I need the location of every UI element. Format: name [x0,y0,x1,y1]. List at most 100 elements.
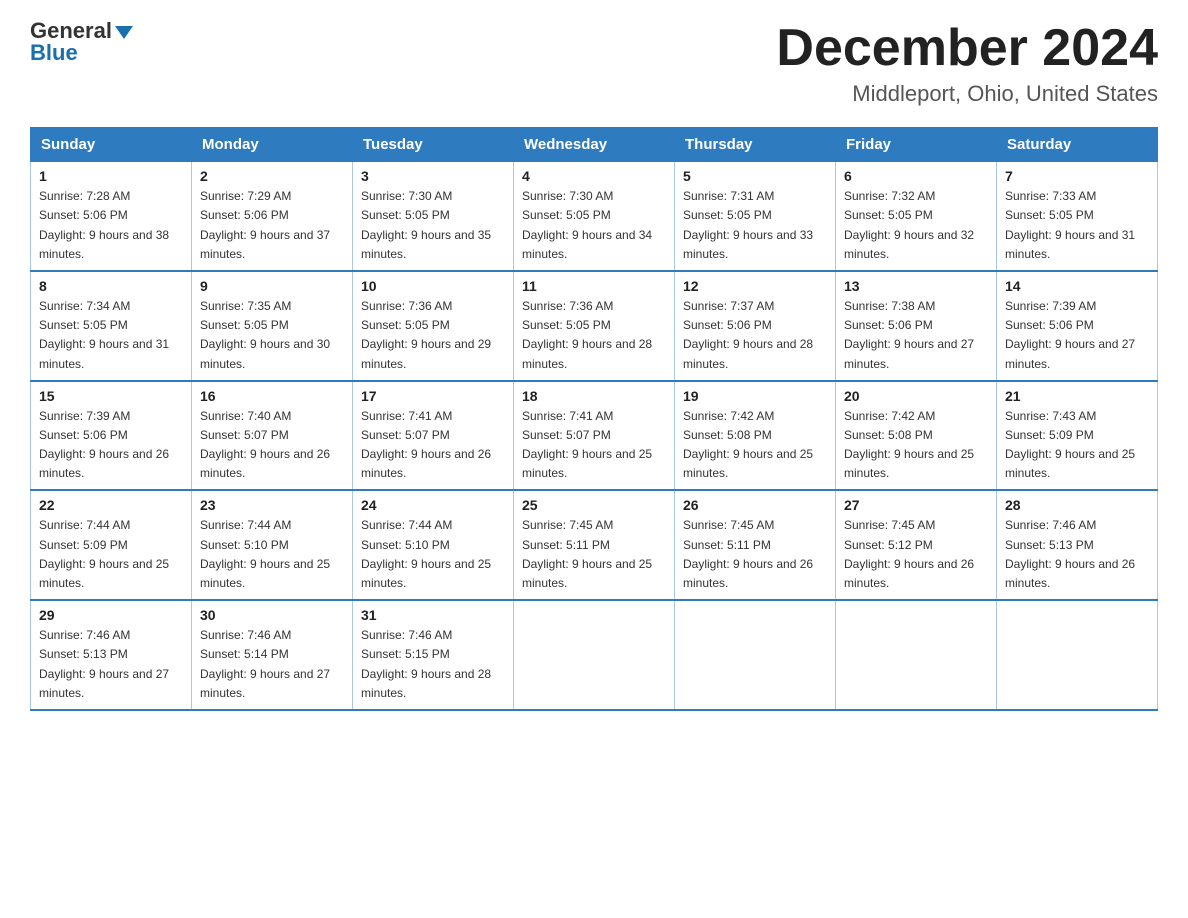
day-number: 24 [361,497,505,513]
day-number: 16 [200,388,344,404]
day-number: 31 [361,607,505,623]
day-info: Sunrise: 7:42 AMSunset: 5:08 PMDaylight:… [844,407,988,484]
table-row: 31 Sunrise: 7:46 AMSunset: 5:15 PMDayligh… [353,600,514,710]
day-number: 2 [200,168,344,184]
table-row: 25Sunrise: 7:45 AMSunset: 5:11 PMDayligh… [514,490,675,600]
day-info: Sunrise: 7:30 AMSunset: 5:05 PMDaylight:… [522,187,666,264]
day-info: Sunrise: 7:33 AMSunset: 5:05 PMDaylight:… [1005,187,1149,264]
table-row: 15Sunrise: 7:39 AMSunset: 5:06 PMDayligh… [31,381,192,491]
day-number: 3 [361,168,505,184]
day-info: Sunrise: 7:34 AMSunset: 5:05 PMDaylight:… [39,297,183,374]
table-row: 10 Sunrise: 7:36 AMSunset: 5:05 PMDayligh… [353,271,514,381]
day-info: Sunrise: 7:32 AMSunset: 5:05 PMDaylight:… [844,187,988,264]
day-number: 25 [522,497,666,513]
day-info: Sunrise: 7:39 AMSunset: 5:06 PMDaylight:… [1005,297,1149,374]
table-row: 9Sunrise: 7:35 AMSunset: 5:05 PMDaylight… [192,271,353,381]
day-info: Sunrise: 7:35 AMSunset: 5:05 PMDaylight:… [200,297,344,374]
day-info: Sunrise: 7:41 AMSunset: 5:07 PMDaylight:… [522,407,666,484]
day-info: Sunrise: 7:43 AMSunset: 5:09 PMDaylight:… [1005,407,1149,484]
day-number: 13 [844,278,988,294]
table-row: 27 Sunrise: 7:45 AMSunset: 5:12 PMDayligh… [836,490,997,600]
col-monday: Monday [192,128,353,162]
day-number: 10 [361,278,505,294]
table-row: 16 Sunrise: 7:40 AMSunset: 5:07 PMDayligh… [192,381,353,491]
logo: General Blue [30,20,133,66]
day-info: Sunrise: 7:46 AMSunset: 5:14 PMDaylight:… [200,626,344,703]
month-title: December 2024 [776,20,1158,77]
day-number: 30 [200,607,344,623]
table-row [997,600,1158,710]
day-info: Sunrise: 7:42 AMSunset: 5:08 PMDaylight:… [683,407,827,484]
location-title: Middleport, Ohio, United States [776,81,1158,107]
table-row [514,600,675,710]
table-row: 24Sunrise: 7:44 AMSunset: 5:10 PMDayligh… [353,490,514,600]
day-number: 4 [522,168,666,184]
day-info: Sunrise: 7:44 AMSunset: 5:09 PMDaylight:… [39,516,183,593]
calendar-week-row: 22 Sunrise: 7:44 AMSunset: 5:09 PMDayligh… [31,490,1158,600]
col-sunday: Sunday [31,128,192,162]
page-header: General Blue December 2024 Middleport, O… [30,20,1158,107]
day-info: Sunrise: 7:40 AMSunset: 5:07 PMDaylight:… [200,407,344,484]
day-number: 22 [39,497,183,513]
day-number: 20 [844,388,988,404]
day-number: 21 [1005,388,1149,404]
table-row: 18Sunrise: 7:41 AMSunset: 5:07 PMDayligh… [514,381,675,491]
table-row: 4 Sunrise: 7:30 AMSunset: 5:05 PMDaylight… [514,162,675,271]
day-number: 19 [683,388,827,404]
table-row: 5Sunrise: 7:31 AMSunset: 5:05 PMDaylight… [675,162,836,271]
day-number: 14 [1005,278,1149,294]
table-row: 14 Sunrise: 7:39 AMSunset: 5:06 PMDayligh… [997,271,1158,381]
calendar-week-row: 29 Sunrise: 7:46 AMSunset: 5:13 PMDayligh… [31,600,1158,710]
day-info: Sunrise: 7:31 AMSunset: 5:05 PMDaylight:… [683,187,827,264]
day-number: 23 [200,497,344,513]
day-info: Sunrise: 7:38 AMSunset: 5:06 PMDaylight:… [844,297,988,374]
day-info: Sunrise: 7:37 AMSunset: 5:06 PMDaylight:… [683,297,827,374]
table-row: 19 Sunrise: 7:42 AMSunset: 5:08 PMDayligh… [675,381,836,491]
day-info: Sunrise: 7:41 AMSunset: 5:07 PMDaylight:… [361,407,505,484]
day-number: 26 [683,497,827,513]
day-info: Sunrise: 7:29 AMSunset: 5:06 PMDaylight:… [200,187,344,264]
table-row: 28 Sunrise: 7:46 AMSunset: 5:13 PMDayligh… [997,490,1158,600]
day-number: 11 [522,278,666,294]
day-info: Sunrise: 7:30 AMSunset: 5:05 PMDaylight:… [361,187,505,264]
day-number: 6 [844,168,988,184]
day-info: Sunrise: 7:44 AMSunset: 5:10 PMDaylight:… [200,516,344,593]
table-row: 29 Sunrise: 7:46 AMSunset: 5:13 PMDayligh… [31,600,192,710]
day-number: 1 [39,168,183,184]
table-row: 11 Sunrise: 7:36 AMSunset: 5:05 PMDayligh… [514,271,675,381]
logo-line2: Blue [30,40,78,66]
table-row [675,600,836,710]
day-info: Sunrise: 7:36 AMSunset: 5:05 PMDaylight:… [522,297,666,374]
col-saturday: Saturday [997,128,1158,162]
day-number: 12 [683,278,827,294]
logo-line1: General [30,20,133,42]
title-block: December 2024 Middleport, Ohio, United S… [776,20,1158,107]
col-wednesday: Wednesday [514,128,675,162]
day-info: Sunrise: 7:46 AMSunset: 5:15 PMDaylight:… [361,626,505,703]
table-row: 2 Sunrise: 7:29 AMSunset: 5:06 PMDaylight… [192,162,353,271]
day-number: 28 [1005,497,1149,513]
day-info: Sunrise: 7:46 AMSunset: 5:13 PMDaylight:… [39,626,183,703]
day-number: 29 [39,607,183,623]
table-row: 7 Sunrise: 7:33 AMSunset: 5:05 PMDaylight… [997,162,1158,271]
day-number: 27 [844,497,988,513]
day-info: Sunrise: 7:36 AMSunset: 5:05 PMDaylight:… [361,297,505,374]
day-number: 7 [1005,168,1149,184]
day-info: Sunrise: 7:46 AMSunset: 5:13 PMDaylight:… [1005,516,1149,593]
table-row: 12 Sunrise: 7:37 AMSunset: 5:06 PMDayligh… [675,271,836,381]
day-number: 17 [361,388,505,404]
table-row: 23 Sunrise: 7:44 AMSunset: 5:10 PMDayligh… [192,490,353,600]
day-number: 8 [39,278,183,294]
table-row [836,600,997,710]
table-row: 30 Sunrise: 7:46 AMSunset: 5:14 PMDayligh… [192,600,353,710]
col-thursday: Thursday [675,128,836,162]
calendar-header-row: Sunday Monday Tuesday Wednesday Thursday… [31,128,1158,162]
table-row: 1Sunrise: 7:28 AMSunset: 5:06 PMDaylight… [31,162,192,271]
calendar-week-row: 15Sunrise: 7:39 AMSunset: 5:06 PMDayligh… [31,381,1158,491]
table-row: 3 Sunrise: 7:30 AMSunset: 5:05 PMDaylight… [353,162,514,271]
col-tuesday: Tuesday [353,128,514,162]
day-info: Sunrise: 7:45 AMSunset: 5:12 PMDaylight:… [844,516,988,593]
table-row: 26 Sunrise: 7:45 AMSunset: 5:11 PMDayligh… [675,490,836,600]
day-info: Sunrise: 7:45 AMSunset: 5:11 PMDaylight:… [683,516,827,593]
table-row: 22 Sunrise: 7:44 AMSunset: 5:09 PMDayligh… [31,490,192,600]
